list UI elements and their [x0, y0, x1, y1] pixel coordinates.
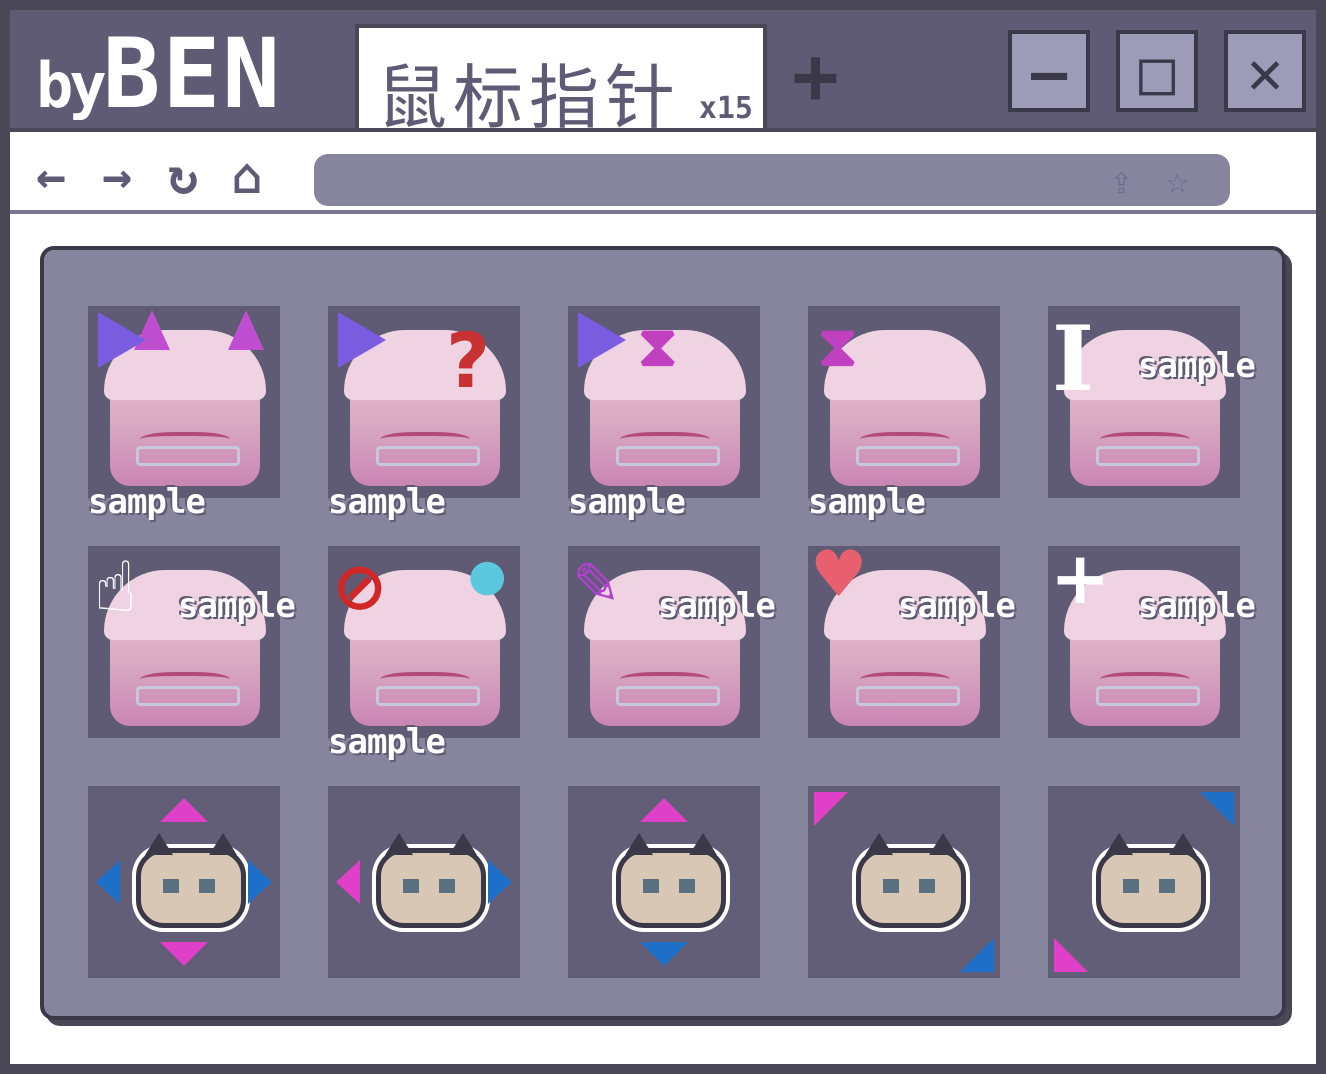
ibeam-icon: I — [1052, 306, 1095, 412]
cursor-preview-panel: sample ? sample ⧗ sample ⧗ sample I samp… — [40, 246, 1286, 1020]
hourglass-icon: ⧗ — [818, 314, 858, 379]
bottom-left-arrow-icon — [1054, 938, 1088, 972]
cursor-tile-busy: ⧗ sample — [808, 306, 1000, 522]
water-drop-icon: ● — [468, 550, 507, 601]
arrow-cursor-icon — [338, 312, 386, 368]
sample-watermark: sample — [178, 586, 296, 626]
forward-icon[interactable]: → — [102, 148, 132, 204]
bottom-right-arrow-icon — [960, 938, 994, 972]
maximize-icon: □ — [1138, 38, 1176, 108]
arrow-cursor-icon — [578, 312, 626, 368]
cat-face-icon — [376, 833, 486, 928]
reload-icon[interactable]: ↻ — [168, 148, 198, 204]
home-icon[interactable]: ⌂ — [232, 148, 262, 204]
down-arrow-icon — [640, 942, 688, 966]
maximize-button[interactable]: □ — [1116, 30, 1198, 112]
hand-pointer-icon: ☝ — [94, 546, 137, 628]
cursor-tile-horizontal-resize — [328, 786, 520, 978]
active-tab[interactable]: 鼠标指针 x15 — [355, 24, 767, 139]
brand-ben-text: BEN — [102, 18, 283, 130]
star-icon[interactable]: ☆ — [1166, 158, 1189, 202]
no-entry-icon: ⊘ — [332, 548, 388, 625]
close-icon: ✕ — [1246, 38, 1284, 108]
brand-logo: byBEN — [36, 26, 282, 122]
sample-watermark: sample — [658, 586, 776, 626]
sample-watermark: sample — [88, 482, 206, 522]
new-tab-button[interactable]: + — [792, 38, 839, 116]
cat-face-icon — [616, 833, 726, 928]
up-arrow-icon — [160, 798, 208, 822]
browser-window: byBEN 鼠标指针 x15 + — □ ✕ ← → ↻ ⌂ ⇪ ☆ sampl… — [0, 0, 1326, 1074]
hourglass-icon: ⧗ — [638, 314, 678, 379]
right-arrow-icon — [248, 860, 272, 904]
crosshair-icon: + — [1050, 536, 1111, 620]
cat-face-icon — [136, 833, 246, 928]
sample-watermark: sample — [898, 586, 1016, 626]
sample-watermark: sample — [328, 482, 446, 522]
cursor-tile-help: ? sample — [328, 306, 520, 522]
cursor-tile-working: ⧗ sample — [568, 306, 760, 522]
top-right-arrow-icon — [1200, 792, 1234, 826]
minimize-button[interactable]: — — [1008, 30, 1090, 112]
heart-icon: ♥ — [810, 538, 868, 612]
ear-icon — [228, 310, 264, 350]
brand-by-text: by — [36, 49, 107, 122]
pen-icon: ✎ — [572, 550, 621, 618]
navigation-bar: ← → ↻ ⌂ ⇪ ☆ — [10, 128, 1316, 220]
sample-watermark: sample — [328, 722, 446, 762]
back-icon[interactable]: ← — [36, 148, 66, 204]
left-arrow-icon — [336, 860, 360, 904]
share-icon[interactable]: ⇪ — [1110, 158, 1133, 202]
cursor-tile-diagonal-resize-2 — [1048, 786, 1240, 978]
cursor-tile-handwriting: ✎ sample — [568, 546, 776, 738]
cat-face-icon — [856, 833, 966, 928]
address-bar[interactable]: ⇪ ☆ — [314, 154, 1230, 206]
left-arrow-icon — [96, 860, 120, 904]
cursor-tile-link: ☝ sample — [88, 546, 296, 738]
cursor-tile-move — [88, 786, 280, 978]
tab-count: x15 — [698, 91, 753, 126]
title-bar: byBEN 鼠标指针 x15 + — □ ✕ — [10, 10, 1316, 139]
cursor-tile-normal: sample — [88, 306, 280, 522]
toolbar-divider — [10, 210, 1316, 214]
cursor-tile-unavailable: ⊘ ● sample — [328, 546, 520, 762]
up-arrow-icon — [640, 798, 688, 822]
cursor-tile-diagonal-resize-1 — [808, 786, 1000, 978]
right-arrow-icon — [488, 860, 512, 904]
cat-face-icon — [1096, 833, 1206, 928]
cursor-tile-vertical-resize — [568, 786, 760, 978]
top-left-arrow-icon — [814, 792, 848, 826]
cursor-tile-person: ♥ sample — [808, 538, 1016, 738]
sample-watermark: sample — [808, 482, 926, 522]
cursor-tile-text: I sample — [1048, 306, 1256, 498]
close-button[interactable]: ✕ — [1224, 30, 1306, 112]
down-arrow-icon — [160, 942, 208, 966]
cursor-tile-precision: + sample — [1048, 536, 1256, 738]
minimize-icon: — — [1030, 38, 1068, 108]
arrow-cursor-icon — [98, 312, 146, 368]
sample-watermark: sample — [568, 482, 686, 522]
sample-watermark: sample — [1138, 346, 1256, 386]
question-mark-icon: ? — [446, 316, 491, 405]
sample-watermark: sample — [1138, 586, 1256, 626]
